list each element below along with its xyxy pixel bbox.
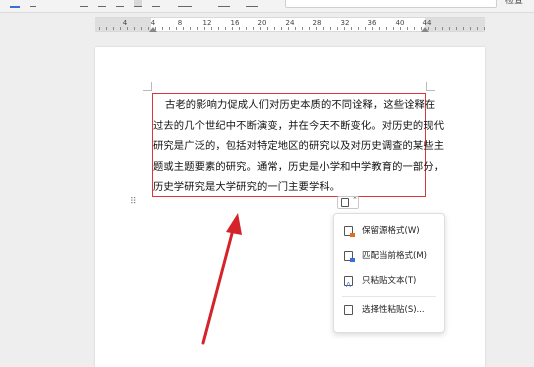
annotation-arrow-icon bbox=[201, 213, 242, 345]
